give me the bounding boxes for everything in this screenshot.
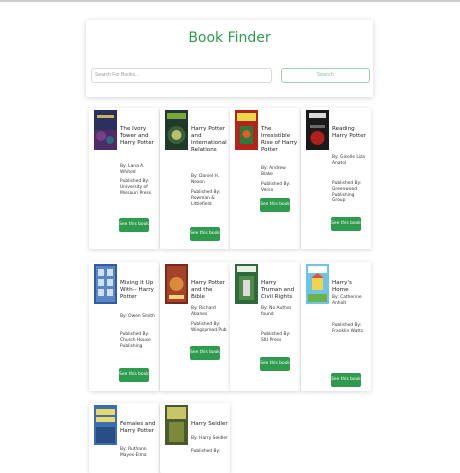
book-publisher: Published By: Church House Publishing: [120, 332, 157, 349]
book-card: Harry Seidler By: Harry Seidler Publishe…: [160, 403, 230, 473]
book-author: By: No Author found: [261, 306, 292, 317]
see-book-button[interactable]: See this book: [260, 357, 290, 371]
top-divider: [0, 0, 460, 2]
book-card: Reading Harry Potter By: Giselle Liza An…: [301, 108, 371, 249]
book-title: The Irresistible Rise of Harry Potter: [261, 126, 298, 153]
book-publisher: Published By: Rowman & Littlefield: [191, 190, 228, 207]
publisher-name: Greenwood Publishing Group: [332, 186, 358, 204]
book-author: By: Catherine Anholt: [332, 295, 362, 306]
see-book-button[interactable]: See this book: [260, 198, 290, 212]
book-cover-image[interactable]: [165, 264, 188, 304]
book-author: By: Richard Abanes: [191, 306, 216, 317]
book-publisher: Published By: Wingspread Pub: [191, 322, 228, 334]
book-title: Harry Potter and International Relations: [191, 126, 227, 153]
book-title: Mixing it Up With-- Harry Potter: [120, 280, 154, 300]
book-author: By: Lana A. Whited: [120, 164, 145, 175]
publisher-name: Verso: [261, 187, 274, 193]
page-title: Book Finder: [188, 30, 271, 46]
book-author: By: Harry Seidler: [191, 436, 228, 441]
book-publisher: Published By: Franklin Watts: [332, 323, 369, 335]
publisher-label: Published By:: [191, 449, 221, 454]
book-cover-image[interactable]: [94, 405, 117, 445]
book-card: The Irresistible Rise of Harry Potter By…: [230, 108, 300, 249]
publisher-name: Church House Publishing: [120, 337, 151, 349]
book-cover-image[interactable]: [235, 110, 258, 150]
publisher-label: Published By:: [332, 323, 362, 328]
see-book-button[interactable]: See this book: [119, 218, 149, 232]
book-card: Harry Potter and the Bible By: Richard A…: [160, 262, 230, 391]
publisher-name: Franklin Watts: [332, 328, 364, 334]
book-card: The Ivory Tower and Harry Potter By: Lan…: [89, 108, 159, 249]
book-publisher: Published By: Verso: [261, 182, 298, 194]
search-button[interactable]: Search: [281, 68, 370, 83]
publisher-label: Published By:: [191, 322, 221, 327]
book-publisher: Published By: SIU Press: [261, 332, 298, 344]
book-title: Harry's Home: [332, 280, 352, 293]
book-cover-image[interactable]: [94, 264, 117, 304]
see-book-button[interactable]: See this book: [190, 346, 220, 360]
see-book-button[interactable]: See this book: [331, 373, 361, 387]
book-cover-image[interactable]: [306, 110, 329, 150]
book-card: Harry Truman and Civil Rights By: No Aut…: [230, 262, 300, 391]
book-author: By: Andrew Blake: [261, 166, 286, 177]
book-author: By: Owen Smith: [120, 314, 155, 319]
publisher-name: Rowman & Littlefield: [191, 195, 215, 207]
publisher-label: Published By:: [191, 190, 221, 195]
see-book-button[interactable]: See this book: [331, 217, 361, 231]
book-title: Harry Potter and the Bible: [191, 280, 225, 300]
see-book-button[interactable]: See this book: [119, 368, 149, 382]
publisher-label: Published By:: [261, 182, 291, 187]
book-card: Harry's Home By: Catherine Anholt Publis…: [301, 262, 371, 391]
search-panel: Book Finder Search: [86, 20, 373, 97]
book-cover-image[interactable]: [235, 264, 258, 304]
book-title: Harry Seidler: [191, 421, 228, 427]
publisher-label: Published By:: [261, 332, 291, 337]
book-card: Females and Harry Potter By: Ruthann May…: [89, 403, 159, 473]
publisher-name: University of Missouri Press: [120, 184, 152, 196]
book-title: The Ivory Tower and Harry Potter: [120, 126, 154, 146]
book-title: Females and Harry Potter: [120, 421, 156, 434]
publisher-label: Published By:: [120, 332, 150, 337]
book-cover-image[interactable]: [306, 264, 329, 304]
book-author: By: Ruthann Mayes-Elma: [120, 447, 147, 458]
publisher-label: Published By:: [120, 179, 150, 184]
book-author: By: Giselle Liza Anatol: [332, 155, 365, 166]
book-cover-image[interactable]: [94, 110, 117, 150]
book-cover-image[interactable]: [165, 405, 188, 445]
publisher-name: SIU Press: [261, 337, 282, 343]
book-title: Harry Truman and Civil Rights: [261, 280, 295, 300]
book-cover-image[interactable]: [165, 110, 188, 150]
book-publisher: Published By: Greenwood Publishing Group: [332, 181, 369, 204]
book-author: By: Daniel H. Nexon: [191, 174, 220, 185]
book-publisher: Published By: University of Missouri Pre…: [120, 179, 157, 196]
publisher-name: Wingspread Pub: [191, 327, 227, 333]
book-card: Harry Potter and International Relations…: [160, 108, 230, 249]
see-book-button[interactable]: See this book: [190, 227, 220, 241]
book-publisher: Published By:: [191, 449, 228, 455]
publisher-label: Published By:: [332, 181, 362, 186]
search-input[interactable]: [91, 68, 272, 83]
book-card: Mixing it Up With-- Harry Potter By: Owe…: [89, 262, 159, 391]
book-title: Reading Harry Potter: [332, 126, 366, 139]
